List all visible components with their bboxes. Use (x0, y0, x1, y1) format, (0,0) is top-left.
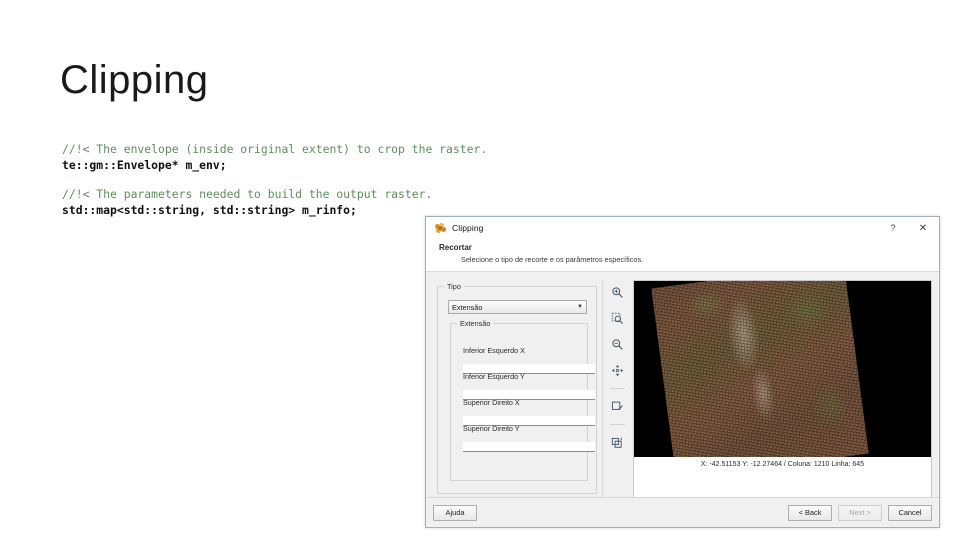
field-lower-left-x: Inferior Esquerdo X (463, 346, 595, 374)
zoom-in-icon[interactable] (607, 282, 627, 302)
code-line-2: std::map<std::string, std::string> m_rin… (62, 202, 357, 217)
dialog-body: Tipo Extensão ▼ Extensão Inferior Esquer… (426, 272, 939, 498)
parameters-panel: Tipo Extensão ▼ Extensão Inferior Esquer… (433, 280, 599, 498)
layer-info-icon[interactable] (607, 432, 627, 452)
draw-extent-icon[interactable] (607, 396, 627, 416)
map-canvas[interactable] (634, 281, 931, 465)
tipo-select-value: Extensão (452, 302, 483, 312)
chevron-down-icon: ▼ (577, 304, 583, 310)
next-button: Next > (838, 504, 882, 521)
upper-right-y-input[interactable] (463, 442, 595, 452)
field-label: Inferior Esquerdo X (463, 346, 525, 355)
coordinate-readout: X: -42.51153 Y: -12.27464 / Coluna: 1210… (700, 461, 865, 468)
zoom-out-icon[interactable] (607, 334, 627, 354)
dialog-header: Recortar Selecione o tipo de recorte e o… (426, 239, 939, 272)
page-title: Clipping (60, 58, 209, 102)
tipo-select[interactable]: Extensão ▼ (448, 300, 587, 314)
raster-image (651, 281, 869, 465)
field-lower-left-y: Inferior Esquerdo Y (463, 372, 595, 400)
map-preview-panel[interactable]: X: -42.51153 Y: -12.27464 / Coluna: 1210… (633, 280, 932, 498)
code-line-1: te::gm::Envelope* m_env; (62, 157, 227, 172)
field-upper-right-x: Superior Direito X (463, 398, 595, 426)
toolbar-separator (609, 424, 625, 425)
toolbar-separator (609, 388, 625, 389)
header-subtitle: Selecione o tipo de recorte e os parâmet… (461, 255, 644, 264)
code-comment-1: //!< The envelope (inside original exten… (62, 142, 488, 156)
cancel-button[interactable]: Cancel (888, 504, 932, 521)
dialog-titlebar[interactable]: Clipping ? ✕ (426, 217, 939, 239)
pan-icon[interactable] (607, 360, 627, 380)
extent-legend: Extensão (457, 319, 494, 328)
tipo-legend: Tipo (444, 282, 464, 291)
help-button[interactable]: Ajuda (433, 504, 477, 521)
field-upper-right-y: Superior Direito Y (463, 424, 595, 452)
code-comment-2: //!< The parameters needed to build the … (62, 187, 433, 202)
dialog-title: Clipping (452, 223, 484, 233)
back-button[interactable]: < Back (788, 504, 832, 521)
presentation-slide: Clipping //!< The envelope (inside origi… (0, 0, 960, 540)
map-toolbar (602, 280, 631, 498)
code-snippet: //!< The envelope (inside original exten… (62, 142, 487, 218)
help-icon[interactable]: ? (879, 217, 907, 239)
tipo-fieldset: Tipo Extensão ▼ Extensão Inferior Esquer… (437, 282, 597, 494)
field-label: Superior Direito Y (463, 424, 520, 433)
field-label: Inferior Esquerdo Y (463, 372, 525, 381)
dialog-footer: Ajuda < Back Next > Cancel (426, 497, 939, 527)
map-status-bar: X: -42.51153 Y: -12.27464 / Coluna: 1210… (634, 457, 931, 497)
close-icon[interactable]: ✕ (909, 217, 937, 239)
field-label: Superior Direito X (463, 398, 520, 407)
app-logo-icon (435, 222, 446, 234)
header-title: Recortar (439, 243, 472, 252)
extent-fieldset: Extensão Inferior Esquerdo X Inferior Es… (450, 319, 595, 481)
zoom-area-icon[interactable] (607, 308, 627, 328)
code-spacer (62, 173, 487, 187)
clipping-dialog: Clipping ? ✕ Recortar Selecione o tipo d… (425, 216, 940, 528)
